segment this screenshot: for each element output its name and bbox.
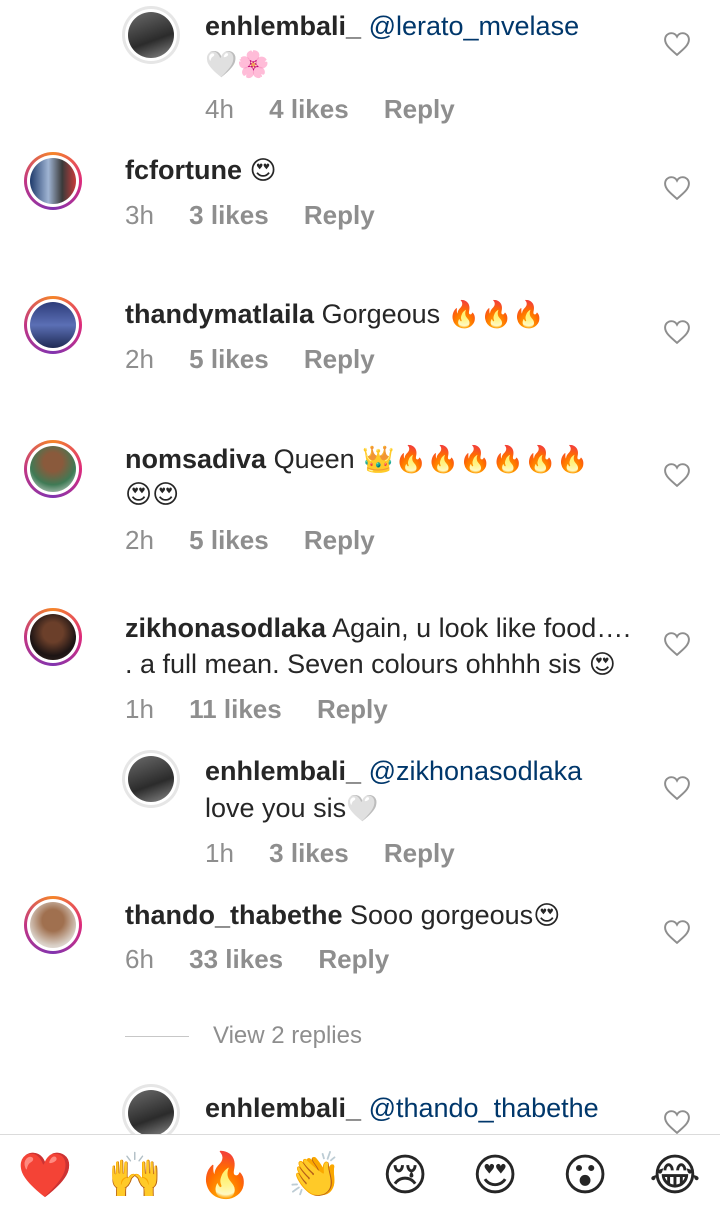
heart-outline-icon[interactable] xyxy=(664,776,690,800)
mention-link[interactable]: @thando_thabethe xyxy=(369,1093,599,1123)
raising-hands-emoji-button[interactable]: 🙌 xyxy=(104,1149,166,1201)
reply-button[interactable]: Reply xyxy=(318,944,389,974)
avatar[interactable] xyxy=(122,1084,180,1134)
reply-button[interactable]: Reply xyxy=(304,344,375,374)
comment-text: love you sis xyxy=(205,793,347,823)
comment-time: 1h xyxy=(205,838,234,868)
view-replies-label: View 2 replies xyxy=(213,1022,362,1049)
comment-emoji: 👑🔥🔥🔥🔥🔥🔥 xyxy=(362,445,589,475)
avatar[interactable] xyxy=(24,296,82,354)
likes-count[interactable]: 33 likes xyxy=(189,944,283,974)
comment-time: 1h xyxy=(125,694,154,724)
comment-text: Queen xyxy=(273,444,355,474)
heart-outline-icon[interactable] xyxy=(664,320,690,344)
avatar[interactable] xyxy=(122,750,180,808)
comment-list: enhlembali_ @lerato_mvelase 🤍🌸 4h 4 like… xyxy=(0,0,720,1134)
comment-emoji: 😍 xyxy=(588,650,616,680)
comment-emoji: 😍 xyxy=(249,156,277,186)
emoji-reaction-bar: ❤️ 🙌 🔥 👏 😢 😍 😮 😂 xyxy=(0,1134,720,1215)
reply-button[interactable]: Reply xyxy=(304,525,375,555)
comment-emoji: 🤍 xyxy=(346,794,379,824)
reply-button[interactable]: Reply xyxy=(317,694,388,724)
comment-text-line2: . a full mean. Seven colours ohhhh sis xyxy=(125,649,582,679)
comment-time: 2h xyxy=(125,344,154,374)
comment-emoji: 🤍🌸 xyxy=(205,50,270,80)
username[interactable]: enhlembali_ xyxy=(205,756,361,786)
likes-count[interactable]: 11 likes xyxy=(189,694,282,724)
avatar[interactable] xyxy=(24,440,82,498)
tears-of-joy-emoji-button[interactable]: 😂 xyxy=(644,1150,706,1201)
reply-button[interactable]: Reply xyxy=(304,200,375,230)
divider-line xyxy=(125,1035,189,1037)
username[interactable]: enhlembali_ xyxy=(205,1093,361,1123)
mention-link[interactable]: @lerato_mvelase xyxy=(369,11,580,41)
heart-outline-icon[interactable] xyxy=(664,1110,690,1134)
avatar[interactable] xyxy=(24,152,82,210)
comment-text: Gorgeous xyxy=(321,299,441,329)
heart-eyes-emoji-button[interactable]: 😍 xyxy=(464,1150,526,1201)
comment-text: Again, u look like food…. xyxy=(332,613,631,643)
comment-time: 4h xyxy=(205,94,234,124)
likes-count[interactable]: 5 likes xyxy=(189,525,269,555)
heart-outline-icon[interactable] xyxy=(664,463,690,487)
surprised-face-emoji-button[interactable]: 😮 xyxy=(554,1150,616,1201)
comment-time: 3h xyxy=(125,200,154,230)
heart-outline-icon[interactable] xyxy=(664,32,690,56)
clapping-hands-emoji-button[interactable]: 👏 xyxy=(284,1149,346,1201)
username[interactable]: zikhonasodlaka xyxy=(125,613,326,643)
avatar[interactable] xyxy=(122,6,180,64)
likes-count[interactable]: 3 likes xyxy=(189,200,269,230)
crying-face-emoji-button[interactable]: 😢 xyxy=(374,1150,436,1201)
comment-emoji: 😍 xyxy=(533,901,561,931)
username[interactable]: thando_thabethe xyxy=(125,900,343,930)
username[interactable]: enhlembali_ xyxy=(205,11,361,41)
mention-link[interactable]: @zikhonasodlaka xyxy=(369,756,583,786)
reply-button[interactable]: Reply xyxy=(384,94,455,124)
comment-emoji-line2: 😍😍 xyxy=(125,480,180,510)
reply-button[interactable]: Reply xyxy=(384,838,455,868)
likes-count[interactable]: 3 likes xyxy=(269,838,349,868)
comment-time: 6h xyxy=(125,944,154,974)
avatar[interactable] xyxy=(24,896,82,954)
heart-outline-icon[interactable] xyxy=(664,176,690,200)
avatar[interactable] xyxy=(24,608,82,666)
view-replies-button[interactable]: View 2 replies xyxy=(125,1022,362,1050)
fire-emoji-button[interactable]: 🔥 xyxy=(194,1149,256,1201)
username[interactable]: thandymatlaila xyxy=(125,299,314,329)
heart-outline-icon[interactable] xyxy=(664,920,690,944)
likes-count[interactable]: 4 likes xyxy=(269,94,349,124)
username[interactable]: fcfortune xyxy=(125,155,242,185)
comment-emoji: 🔥🔥🔥 xyxy=(447,300,545,330)
likes-count[interactable]: 5 likes xyxy=(189,344,269,374)
username[interactable]: nomsadiva xyxy=(125,444,266,474)
red-heart-emoji-button[interactable]: ❤️ xyxy=(14,1149,76,1201)
comment-time: 2h xyxy=(125,525,154,555)
heart-outline-icon[interactable] xyxy=(664,632,690,656)
comment-text: Sooo gorgeous xyxy=(350,900,534,930)
